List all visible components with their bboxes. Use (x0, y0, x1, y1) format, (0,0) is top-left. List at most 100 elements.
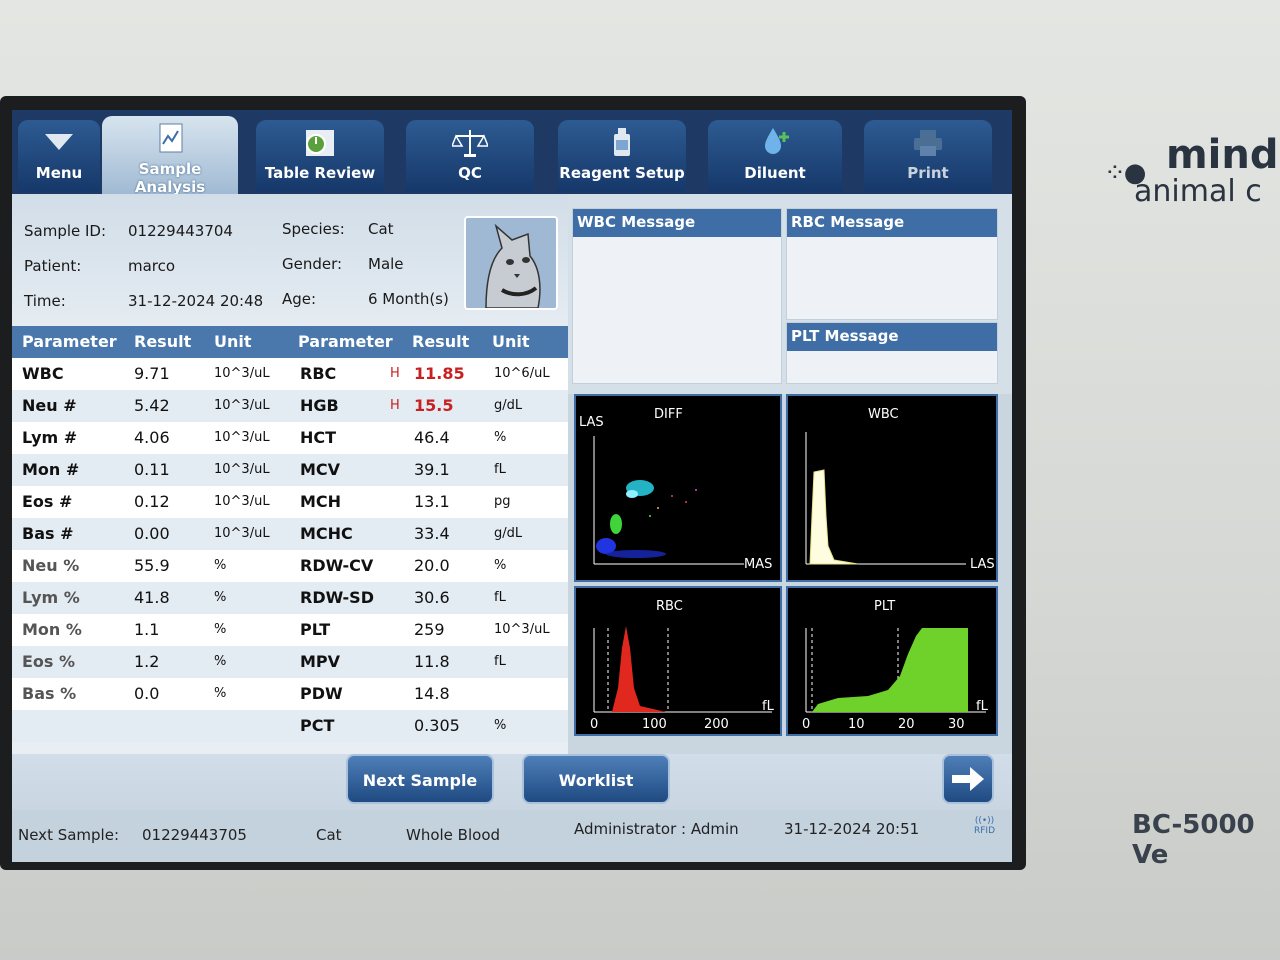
parameter-unit: % (214, 622, 227, 637)
sample-id-value: 01229443704 (128, 222, 233, 240)
parameter-unit: 10^3/uL (214, 462, 270, 477)
tab-label: Table Review (264, 164, 376, 182)
parameter-name: Neu # (22, 396, 77, 415)
brand-name-line2: animal c (1134, 174, 1262, 209)
patient-label: Patient: (24, 257, 82, 275)
tab-table-review[interactable]: Table Review (256, 120, 384, 192)
plt-tick-20: 20 (898, 717, 915, 732)
next-sample-species: Cat (316, 826, 342, 844)
parameter-result: 5.42 (134, 396, 170, 415)
tab-sample-analysis[interactable]: Sample Analysis (102, 116, 238, 196)
high-flag: H (390, 398, 400, 413)
parameter-name: HCT (300, 428, 337, 447)
system-datetime: 31-12-2024 20:51 (784, 820, 920, 838)
parameter-unit: 10^3/uL (214, 398, 270, 413)
next-sample-button[interactable]: Next Sample (346, 754, 494, 804)
table-row: Eos # 0.12 10^3/uL MCH 13.1 pg (12, 486, 568, 518)
age-value: 6 Month(s) (368, 290, 449, 308)
tab-diluent[interactable]: Diluent (708, 120, 842, 192)
parameter-unit: pg (494, 494, 511, 509)
parameter-name: MCV (300, 460, 341, 479)
printer-icon (914, 130, 942, 156)
col-unit: Unit (214, 332, 252, 351)
parameter-name: PCT (300, 716, 335, 735)
tab-label: Reagent Setup (559, 164, 685, 182)
device-model: BC-5000 Ve (1132, 810, 1255, 870)
parameter-name: WBC (22, 364, 64, 383)
worklist-button[interactable]: Worklist (522, 754, 670, 804)
table-row: Mon # 0.11 10^3/uL MCV 39.1 fL (12, 454, 568, 486)
parameter-name: Eos % (22, 652, 76, 671)
tab-qc[interactable]: QC (406, 120, 534, 192)
parameter-name: Mon # (22, 460, 80, 479)
parameter-result: 0.00 (134, 524, 170, 543)
gender-value: Male (368, 255, 404, 273)
drop-plus-icon (765, 128, 789, 154)
col-parameter: Parameter (22, 332, 117, 351)
tab-label: Menu (35, 164, 83, 182)
next-sample-id: 01229443705 (142, 826, 247, 844)
parameter-name: PDW (300, 684, 343, 703)
parameter-result: 0.0 (134, 684, 160, 703)
wbc-message-title: WBC Message (573, 209, 781, 237)
rfid-icon: ((•)) RFID (974, 816, 996, 836)
rbc-histogram: RBC fL 0 100 200 (574, 586, 782, 736)
plt-tick-30: 30 (948, 717, 965, 732)
parameter-name: HGB (300, 396, 339, 415)
parameter-result: 30.6 (414, 588, 450, 607)
wbc-graph-x-label: LAS (970, 557, 995, 572)
time-label: Time: (24, 292, 66, 310)
table-row: Neu # 5.42 10^3/uL HGB H 15.5 g/dL (12, 390, 568, 422)
parameter-name: RDW-CV (300, 556, 374, 575)
parameter-unit: g/dL (494, 526, 523, 541)
parameter-unit: fL (494, 654, 506, 669)
right-arrow-icon (952, 767, 984, 791)
status-bar: Next Sample: 01229443705 Cat Whole Blood… (12, 810, 1012, 862)
parameter-unit: fL (494, 590, 506, 605)
table-row: Eos % 1.2% MPV 11.8 fL (12, 646, 568, 678)
gender-label: Gender: (282, 255, 343, 273)
rbc-tick-100: 100 (642, 717, 667, 732)
forward-button[interactable] (942, 754, 994, 804)
table-row: Mon % 1.1% PLT 259 10^3/uL (12, 614, 568, 646)
col-result: Result (134, 332, 192, 351)
diff-y-label: LAS (579, 415, 604, 430)
parameter-unit: % (214, 558, 227, 573)
diff-x-label: MAS (744, 557, 772, 572)
parameter-unit: 10^3/uL (494, 622, 550, 637)
parameter-result: 11.8 (414, 652, 450, 671)
parameter-name: RBC (300, 364, 337, 383)
parameter-unit: 10^3/uL (214, 526, 270, 541)
tab-print[interactable]: Print (864, 120, 992, 192)
tab-menu[interactable]: Menu (18, 120, 100, 192)
tab-reagent-setup[interactable]: Reagent Setup (558, 120, 686, 192)
parameter-unit: % (214, 686, 227, 701)
parameter-result: 15.5 (414, 396, 454, 415)
diff-scattergram: LAS DIFF MAS (574, 394, 782, 582)
table-review-icon (306, 130, 334, 156)
table-row: Neu % 55.9% RDW-CV 20.0% (12, 550, 568, 582)
sample-info: Sample ID: 01229443704 Patient: marco Ti… (12, 194, 568, 326)
parameter-name: RDW-SD (300, 588, 374, 607)
analyzer-screen: Menu Sample Analysis Table Review QC Rea… (12, 110, 1012, 862)
col-result-2: Result (412, 332, 470, 351)
wbc-graph-title: WBC (868, 407, 899, 422)
col-unit-2: Unit (492, 332, 530, 351)
tab-label: Diluent (744, 164, 806, 182)
time-value: 31-12-2024 20:48 (128, 292, 264, 310)
chart-document-icon (159, 123, 183, 153)
table-row: Bas # 0.00 10^3/uL MCHC 33.4 g/dL (12, 518, 568, 550)
age-label: Age: (282, 290, 317, 308)
results-table-header: Parameter Result Unit Parameter Result U… (12, 326, 568, 358)
menu-down-icon (45, 134, 73, 150)
scale-icon (452, 130, 488, 157)
sample-id-label: Sample ID: (24, 222, 107, 240)
plt-message-box: PLT Message (786, 322, 998, 384)
parameter-result: 13.1 (414, 492, 450, 511)
rbc-graph-unit: fL (762, 699, 775, 714)
next-sample-label: Next Sample: (18, 826, 120, 844)
parameter-result: 0.12 (134, 492, 170, 511)
reagent-bottle-icon (614, 128, 630, 156)
parameter-name: Mon % (22, 620, 82, 639)
parameter-name: Neu % (22, 556, 80, 575)
